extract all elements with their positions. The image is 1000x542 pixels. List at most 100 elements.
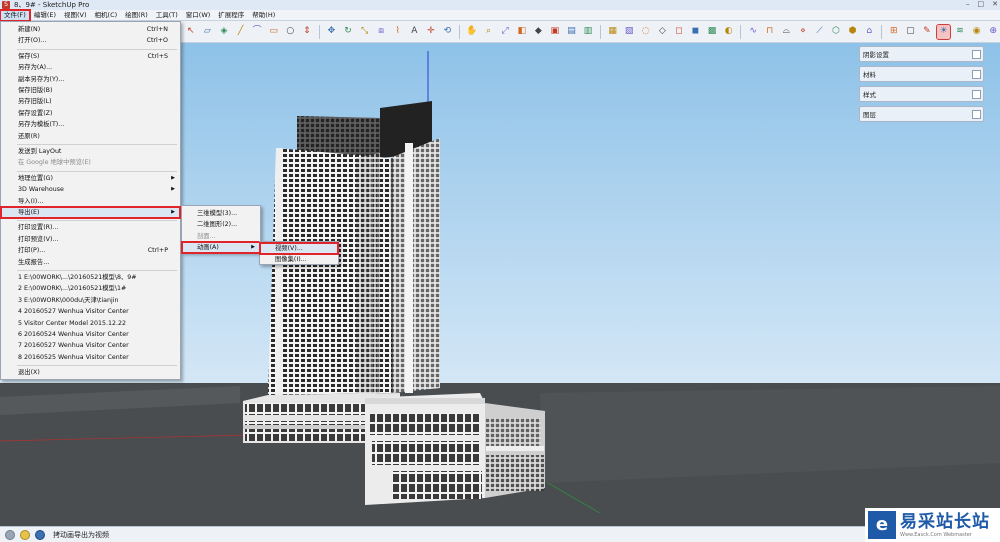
sandbox-drape-icon[interactable]: ⌓ [780,25,794,39]
menu-item[interactable]: 打印预览(V)... [1,234,180,245]
monochrome-icon[interactable]: ◐ [722,25,736,39]
line-icon[interactable]: ╱ [234,25,248,39]
right-view-icon[interactable]: ▥ [581,25,595,39]
menu-item[interactable]: 保存(S) Ctrl+S [1,51,180,62]
textured-icon[interactable]: ▩ [705,25,719,39]
tray-panel[interactable]: 样式 [859,86,984,102]
sketchup-logo-icon[interactable]: S [2,1,10,9]
menu-item[interactable]: 视图(V) [60,10,91,21]
menu-item[interactable]: 6 20160524 Wenhua Visitor Center [1,329,180,340]
menu-item[interactable]: 另存旧版(L) [1,96,180,107]
offset-icon[interactable]: ⧈ [374,25,388,39]
back-view-icon[interactable]: ▦ [606,25,620,39]
xray-icon[interactable]: ◌ [639,25,653,39]
warehouse-icon[interactable]: ⌂ [862,25,876,39]
menu-item[interactable]: 退出(X) [1,367,180,378]
menu-item[interactable]: 打印设置(R)... [1,222,180,233]
zoom-extents-icon[interactable]: ⤢ [498,25,512,39]
pan-icon[interactable]: ✋ [465,25,479,39]
menu-item[interactable]: 视频(V)... [259,242,339,255]
component-icon[interactable]: ⬡ [829,25,843,39]
menu-item[interactable]: 导出(E) ▶ [0,206,181,219]
arc-icon[interactable]: ⌒ [250,25,264,39]
user-icon[interactable] [35,529,45,540]
top-view-icon[interactable]: ▣ [548,25,562,39]
shaded-icon[interactable]: ◼ [689,25,703,39]
panel-pin-icon[interactable] [972,70,981,79]
orbit-icon[interactable]: ⟲ [441,25,455,39]
menu-item[interactable]: 副本另存为(Y)... [1,74,180,85]
menu-item[interactable]: 3 E:\00WORK\000du\天津\tianjin [1,295,180,306]
sandbox-stamp-icon[interactable]: ⊓ [763,25,777,39]
scale-icon[interactable]: ⤡ [358,25,372,39]
wireframe-icon[interactable]: ◇ [656,25,670,39]
paint-bucket-icon[interactable]: ◈ [217,25,231,39]
extension-warehouse-icon[interactable]: ⊞ [887,25,901,39]
close-button[interactable]: ✕ [992,0,998,8]
text-icon[interactable]: A [407,25,421,39]
menu-item[interactable]: 2 E:\00WORK\...\20160521模型\1# [1,283,180,294]
menu-item[interactable]: 绘图(R) [121,10,152,21]
move-icon[interactable]: ✥ [325,25,339,39]
select-icon[interactable]: ↖ [184,25,198,39]
hidden-line-icon[interactable]: ◻ [672,25,686,39]
tape-measure-icon[interactable]: ⌇ [391,25,405,39]
panel-pin-icon[interactable] [972,50,981,59]
rotate-icon[interactable]: ↻ [341,25,355,39]
rectangle-icon[interactable]: ▭ [267,25,281,39]
menu-item[interactable]: 地理位置(G) ▶ [1,173,180,184]
geo-location-icon[interactable] [5,529,15,540]
menu-item[interactable]: 图像集(I)... [260,254,338,265]
menu-item[interactable]: 保存旧版(B) [1,85,180,96]
zoom-icon[interactable]: ⌕ [482,25,496,39]
menu-item[interactable]: 二维图形(2)... [182,219,260,230]
section-plane-icon[interactable]: ◧ [515,25,529,39]
menu-item[interactable]: 1 E:\00WORK\...\20160521模型\8、9# [1,272,180,283]
menu-item[interactable]: 编辑(E) [30,10,60,21]
sandbox-smoove-icon[interactable]: ∿ [746,25,760,39]
menu-item[interactable]: 7 20160527 Wenhua Visitor Center [1,340,180,351]
menu-item[interactable]: 动画(A) ▶ [181,240,261,254]
menu-item[interactable]: 3D Warehouse ▶ [1,184,180,195]
menu-item[interactable]: 窗口(W) [182,10,215,21]
sandbox-add-detail-icon[interactable]: ⋄ [796,25,810,39]
axes-icon[interactable]: ✛ [424,25,438,39]
menu-item[interactable]: 8 20160525 Wenhua Visitor Center [1,352,180,363]
minimize-button[interactable]: – [966,0,970,8]
menu-item[interactable]: 生成报告... [1,257,180,268]
menu-item[interactable]: 另存为模板(T)... [1,119,180,130]
menu-item[interactable]: 还原(R) [1,131,180,142]
front-building[interactable] [365,393,545,505]
menu-item[interactable]: 工具(T) [152,10,182,21]
tray-panel[interactable]: 阴影设置 [859,46,984,62]
fog-icon[interactable]: ≋ [953,25,967,39]
menu-item[interactable]: 打印(P)... Ctrl+P [1,245,180,256]
push-pull-icon[interactable]: ⇕ [300,25,314,39]
panel-pin-icon[interactable] [972,90,981,99]
iso-view-icon[interactable]: ◆ [532,25,546,39]
menu-item[interactable]: 另存为(A)... [1,62,180,73]
panel-pin-icon[interactable] [972,110,981,119]
sandbox-flip-edge-icon[interactable]: ⟋ [813,25,827,39]
style-builder-icon[interactable]: ✎ [920,25,934,39]
tray-panel[interactable]: 材料 [859,66,984,82]
menu-item[interactable]: 新建(N) Ctrl+N [1,24,180,35]
tray-panel[interactable]: 图层 [859,106,984,122]
menu-item[interactable]: 扩展程序 [214,10,248,21]
menu-item[interactable]: 三维模型(3)... [182,208,260,219]
menu-item[interactable]: 帮助(H) [248,10,279,21]
eraser-icon[interactable]: ▱ [201,25,215,39]
left-view-icon[interactable]: ▧ [622,25,636,39]
circle-icon[interactable]: ○ [283,25,297,39]
menu-item[interactable]: 导入(I)... [1,196,180,207]
menu-item[interactable]: 文件(F) [0,8,31,22]
layout-icon[interactable]: ▢ [904,25,918,39]
menu-item[interactable]: 发送到 LayOut [1,146,180,157]
shadow-icon[interactable]: ☀ [935,23,952,40]
maximize-button[interactable]: □ [978,0,985,8]
menu-item[interactable]: 打开(O)... Ctrl+O [1,35,180,46]
solid-tools-icon[interactable]: ⊕ [986,25,1000,39]
group-icon[interactable]: ⬢ [846,25,860,39]
menu-item[interactable]: 保存设置(Z) [1,108,180,119]
menu-item[interactable]: 4 20160527 Wenhua Visitor Center [1,306,180,317]
